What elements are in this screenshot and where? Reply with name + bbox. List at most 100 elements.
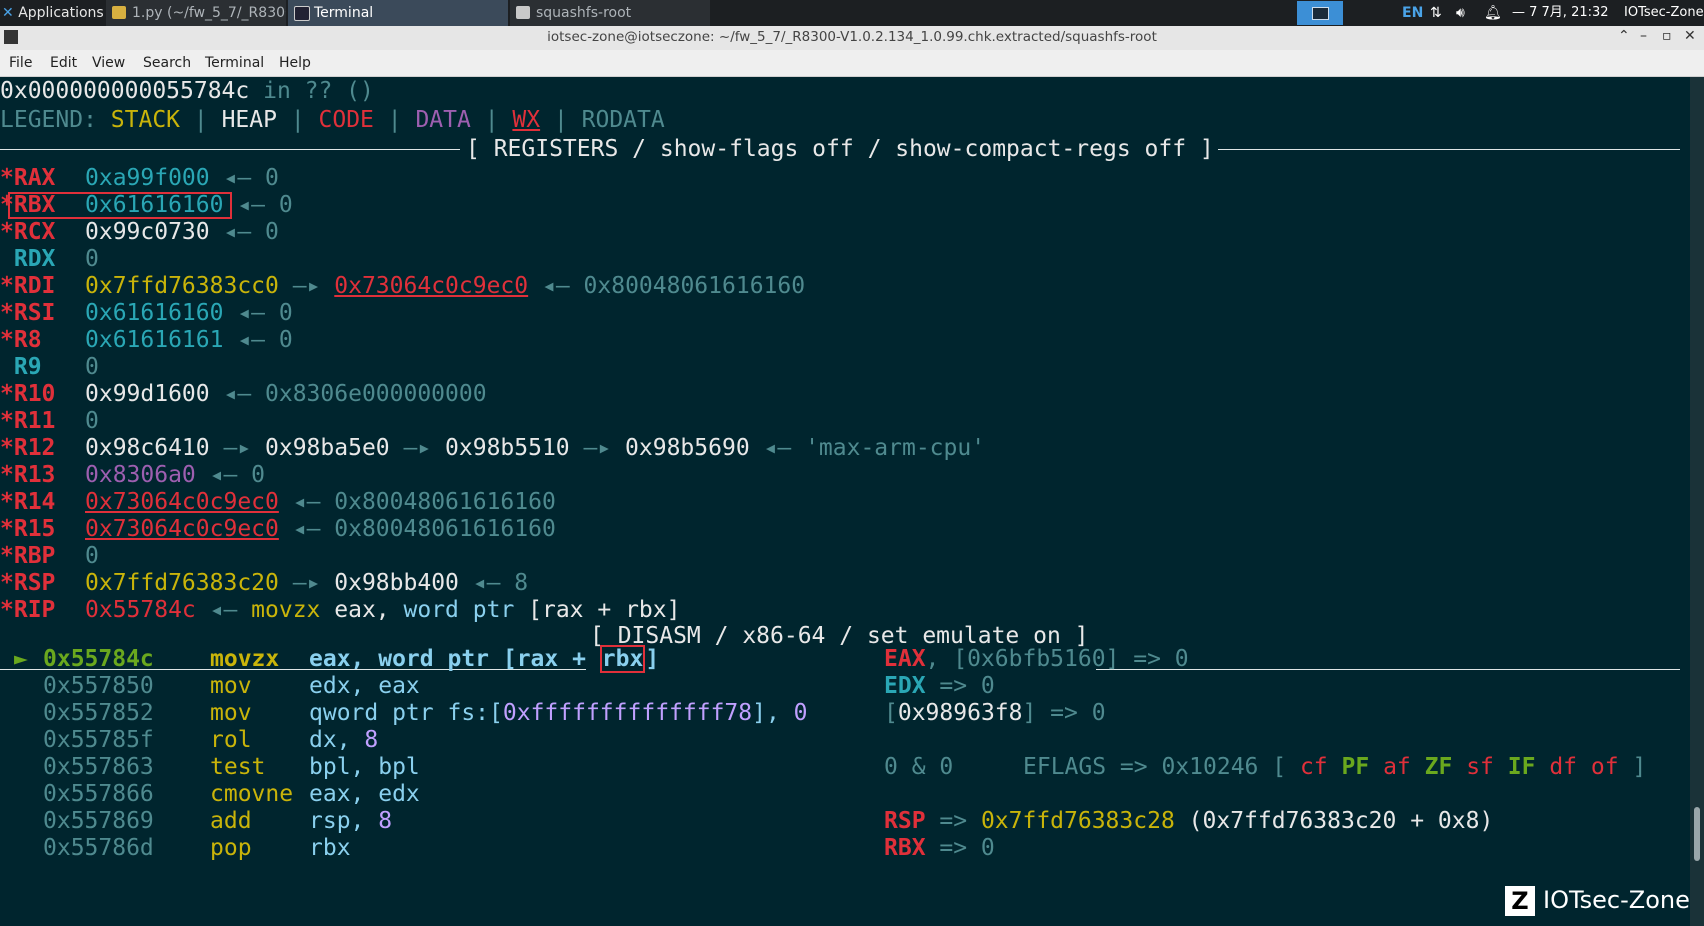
register-value: 0xa99f000 [85,165,210,191]
legend-sep: | [180,107,222,133]
terminal-launcher-icon [1312,7,1329,20]
emulate-result: => 0 [925,835,995,861]
flag-zf: ZF [1424,754,1453,780]
register-value: 0x55784c [85,597,196,623]
register-arrow: ◂— [195,597,252,623]
menu-file[interactable]: File [9,55,32,71]
registers-divider-left [0,149,460,150]
disasm-operands: qword ptr fs:[ [309,700,503,726]
legend-stack: STACK [110,107,181,133]
register-rdi: *RDI 0x7ffd76383cc0 —▸ 0x73064c0c9ec0 ◂— … [0,272,805,301]
volume-icon[interactable]: 🔊︎ [1456,0,1465,26]
register-name: *RCX [0,219,56,245]
disasm-address: 0x55786d [43,835,154,861]
network-icon[interactable]: ⇅ [1430,0,1442,26]
terminal-scrollbar[interactable] [1690,77,1704,926]
register-r11: *R11 0 [0,407,99,436]
applications-menu[interactable]: ✕ Applications [2,0,108,26]
emulate-address: 0x98963f8 [897,700,1023,726]
register-arrow: —▸ [278,570,335,596]
register-value: 0x7ffd76383cc0 [85,273,279,299]
menu-view[interactable]: View [92,55,125,71]
register-arrow: ◂— [209,219,266,245]
register-chain-value: 0x98b5690 [625,435,750,461]
flag-pf: PF [1341,754,1370,780]
register-value: 0x98c6410 [85,435,210,461]
disasm-address: 0x557866 [43,781,154,807]
rbx-operand-highlight: rbx [599,645,646,673]
window-titlebar: iotsec-zone@iotseczone: ~/fw_5_7/_R8300-… [0,26,1704,50]
minimize-icon[interactable]: – [1640,28,1647,44]
scrollbar-thumb[interactable] [1694,807,1700,861]
disasm-address: 0x557850 [43,673,154,699]
keyboard-layout[interactable]: EN [1402,0,1423,26]
disasm-mnemonic: pop [210,835,252,861]
emulate-arrow: => [925,808,981,834]
register-name: RDX [0,246,56,272]
register-arrow: ◂— [278,489,335,515]
disasm-close-bracket: ] [645,646,660,672]
register-name: *RIP [0,597,56,623]
terminal-launcher-button[interactable] [1297,1,1343,25]
clock[interactable]: — 7 7月, 21:32 [1512,0,1609,26]
user-menu[interactable]: IOTsec-Zone [1624,0,1704,26]
menu-search[interactable]: Search [143,55,191,71]
emulate-result: => 0 [925,673,995,699]
menu-terminal[interactable]: Terminal [205,55,264,71]
task-files[interactable]: squashfs-root [510,0,710,26]
register-string: 'max-arm-cpu' [805,435,986,461]
zone-logo-icon: Z [1505,886,1535,916]
register-deref: 0 [265,219,279,245]
notification-bell-icon[interactable]: 🔔︎ [1484,0,1502,26]
disasm-operands: rbx [309,835,351,861]
applications-label: Applications [18,5,104,21]
legend-sep: | [373,107,416,133]
menu-bar: File Edit View Search Terminal Help [0,50,1704,77]
disasm-immediate: 0 [793,700,808,726]
emulate-value: 0x7ffd76383c28 [980,808,1175,834]
disasm-mnemonic: test [210,754,266,780]
task-terminal-label: Terminal [314,5,374,21]
register-rsp: *RSP 0x7ffd76383c20 —▸ 0x98bb400 ◂— 8 [0,569,528,598]
register-value: 0 [85,354,99,380]
register-r12: *R12 0x98c6410 —▸ 0x98ba5e0 —▸ 0x98b5510 … [0,434,985,463]
flag-sf: sf [1466,754,1494,780]
disasm-operands: bpl, bpl [309,754,420,780]
task-editor[interactable]: 1.py (~/fw_5_7/_R8300-... [106,0,286,26]
disasm-mnemonic: add [210,808,252,834]
chevron-up-icon[interactable]: ⌃ [1618,28,1630,44]
text-editor-icon [112,6,126,19]
emulate-expression: (0x7ffd76383c20 + 0x8) [1174,808,1494,834]
close-icon[interactable]: ✕ [1684,28,1696,44]
disasm-operands-text: eax, word ptr [rax + [309,646,600,672]
task-files-label: squashfs-root [536,5,632,21]
register-arrow: ◂— [223,327,279,353]
eflags-value: EFLAGS => 0x10246 [ [1023,754,1300,780]
current-address-line: 0x000000000055784c in ?? () [0,77,374,106]
register-name: *RDI [0,273,56,299]
menu-help[interactable]: Help [279,55,311,71]
task-terminal[interactable]: Terminal [288,0,508,26]
disasm-operands: edx, eax [309,673,420,699]
current-address: 0x000000000055784c [0,78,250,104]
register-deref: 0 [265,165,279,191]
register-value: 0x7ffd76383c20 [85,570,279,596]
legend-wx: WX [512,107,541,133]
legend-sep: | [540,107,582,133]
task-editor-label: 1.py (~/fw_5_7/_R8300-... [132,5,286,21]
register-deref: 0 [278,327,293,353]
menu-edit[interactable]: Edit [50,55,77,71]
flag-df: df [1549,754,1578,780]
register-name: *R10 [0,381,56,407]
register-value: 0x61616161 [85,327,224,353]
register-rdx: RDX 0 [0,245,99,274]
register-name: *RSP [0,570,56,596]
register-deref: 8 [514,570,529,596]
register-arrow: ◂— [749,435,806,461]
register-value: 0x73064c0c9ec0 [85,516,279,542]
folder-icon [516,6,530,19]
terminal-output[interactable]: 0x000000000055784c in ?? () LEGEND: STAC… [0,77,1690,926]
register-arrow: —▸ [389,435,446,461]
maximize-icon[interactable]: ▫ [1662,28,1672,44]
legend-line: LEGEND: STACK | HEAP | CODE | DATA | WX … [0,106,665,135]
